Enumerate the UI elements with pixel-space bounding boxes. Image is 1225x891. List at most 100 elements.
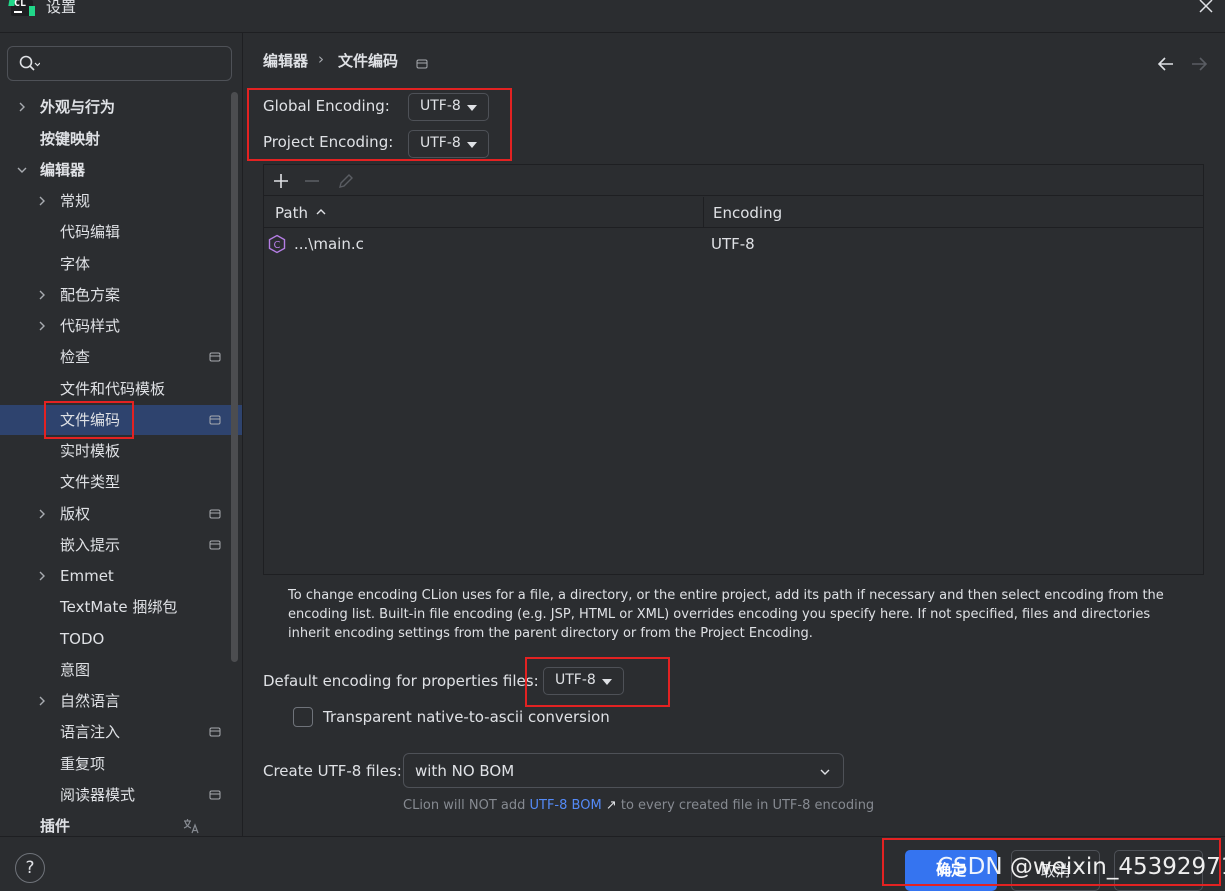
breadcrumb-parent[interactable]: 编辑器 [263, 50, 308, 71]
search-icon [18, 54, 41, 74]
sidebar-item-code-style[interactable]: 代码样式 [0, 311, 242, 341]
sidebar-item-general[interactable]: 常规 [0, 186, 242, 216]
properties-encoding-label: Default encoding for properties files: [263, 672, 539, 690]
sidebar-item-label: 版权 [60, 505, 91, 523]
sidebar-item-label: 实时模板 [60, 442, 121, 460]
forward-arrow-icon[interactable] [1189, 54, 1209, 74]
sidebar-item-color-scheme[interactable]: 配色方案 [0, 280, 242, 310]
sidebar-item-inspections[interactable]: 检查 [0, 342, 242, 372]
sidebar-item-label: 阅读器模式 [60, 786, 136, 804]
dropdown-arrow-icon [467, 142, 477, 148]
sidebar-item-label: 语言注入 [60, 723, 121, 741]
chevron-right-icon[interactable] [16, 101, 28, 113]
project-scope-icon [209, 727, 221, 737]
back-arrow-icon[interactable] [1156, 54, 1176, 74]
sidebar-item-code-editing[interactable]: 代码编辑 [0, 217, 242, 247]
sidebar-item-inlay-hints[interactable]: 嵌入提示 [0, 530, 242, 560]
project-scope-icon [416, 56, 428, 69]
sidebar-item-label: Emmet [60, 567, 114, 585]
bom-hint-text: CLion will NOT add [403, 798, 526, 813]
global-encoding-select[interactable]: UTF-8 [408, 93, 489, 121]
sidebar-item-duplicates[interactable]: 重复项 [0, 749, 242, 779]
sidebar-item-intentions[interactable]: 意图 [0, 655, 242, 685]
sidebar-item-label: TextMate 捆绑包 [60, 598, 178, 616]
native-to-ascii-label[interactable]: Transparent native-to-ascii conversion [323, 708, 610, 726]
sidebar-item-label: 嵌入提示 [60, 536, 121, 554]
sidebar-item-label: 配色方案 [60, 286, 121, 304]
chevron-right-icon[interactable] [36, 195, 48, 207]
global-encoding-label: Global Encoding: [263, 97, 390, 115]
svg-text:C: C [274, 240, 281, 251]
sidebar-item-keymap[interactable]: 按键映射 [0, 124, 242, 154]
add-icon[interactable] [272, 172, 290, 190]
sidebar-item-file-encodings[interactable]: 文件编码 [0, 405, 242, 435]
project-scope-icon [209, 540, 221, 550]
bom-select[interactable]: with NO BOM [403, 753, 844, 788]
sidebar-item-language-injections[interactable]: 语言注入 [0, 717, 242, 747]
encoding-help-text: To change encoding CLion uses for a file… [288, 588, 1164, 641]
project-scope-icon [209, 509, 221, 519]
sidebar-item-label: 代码样式 [60, 317, 121, 335]
sidebar-item-label: 文件编码 [60, 411, 121, 429]
sidebar-item-label: 字体 [60, 255, 91, 273]
project-scope-icon [209, 790, 221, 800]
chevron-right-icon[interactable] [36, 570, 48, 582]
chevron-right-icon[interactable] [36, 508, 48, 520]
sidebar-item-textmate-bundles[interactable]: TextMate 捆绑包 [0, 592, 242, 622]
table-row[interactable]: C ...\main.c UTF-8 [264, 229, 1203, 260]
sidebar-item-natural-languages[interactable]: 自然语言 [0, 686, 242, 716]
breadcrumb-separator: › [318, 50, 324, 68]
chevron-right-icon[interactable] [36, 289, 48, 301]
page-title: 文件编码 [338, 52, 399, 70]
sidebar-item-copyright[interactable]: 版权 [0, 499, 242, 529]
table-toolbar [264, 165, 1203, 196]
close-icon[interactable] [1195, 0, 1217, 17]
project-scope-icon [209, 352, 221, 362]
chevron-right-icon[interactable] [36, 320, 48, 332]
settings-search-input[interactable] [7, 46, 232, 81]
column-separator[interactable] [703, 197, 704, 228]
translate-icon [183, 819, 199, 834]
sidebar-item-emmet[interactable]: Emmet [0, 561, 242, 591]
sidebar-item-file-types[interactable]: 文件类型 [0, 467, 242, 497]
chevron-down-icon[interactable] [16, 164, 28, 176]
sidebar-item-reader-mode[interactable]: 阅读器模式 [0, 780, 242, 810]
remove-icon[interactable] [303, 172, 321, 190]
sidebar-item-font[interactable]: 字体 [0, 249, 242, 279]
panel-divider[interactable] [242, 33, 243, 836]
dropdown-arrow-icon [602, 679, 612, 685]
project-encoding-value: UTF-8 [420, 135, 461, 151]
project-encoding-select[interactable]: UTF-8 [408, 130, 489, 158]
bom-hint: CLion will NOT add UTF-8 BOM ↗ to every … [403, 798, 874, 813]
table-header: Path Encoding [264, 197, 1203, 228]
bom-select-value: with NO BOM [415, 762, 515, 780]
row-encoding[interactable]: UTF-8 [711, 235, 755, 253]
sidebar-item-appearance[interactable]: 外观与行为 [0, 92, 242, 122]
external-link-icon: ↗ [605, 798, 617, 813]
edit-icon[interactable] [337, 172, 355, 190]
sidebar-item-editor[interactable]: 编辑器 [0, 155, 242, 185]
sidebar-item-label: 文件类型 [60, 473, 121, 491]
sidebar-item-label: 编辑器 [40, 161, 86, 179]
bom-hint-text: to every created file in UTF-8 encoding [620, 798, 875, 813]
column-header-path[interactable]: Path [275, 204, 308, 222]
sidebar-item-file-templates[interactable]: 文件和代码模板 [0, 374, 242, 404]
native-to-ascii-checkbox[interactable] [293, 707, 313, 727]
chevron-right-icon[interactable] [36, 695, 48, 707]
column-header-encoding[interactable]: Encoding [713, 204, 782, 222]
help-button[interactable]: ? [15, 853, 45, 883]
sidebar-scrollbar[interactable] [231, 92, 238, 662]
project-scope-icon [209, 415, 221, 425]
sort-ascending-icon[interactable] [315, 206, 327, 218]
create-utf8-label: Create UTF-8 files: [263, 762, 402, 780]
row-path: ...\main.c [294, 235, 364, 253]
project-encoding-label: Project Encoding: [263, 133, 394, 151]
properties-encoding-select[interactable]: UTF-8 [543, 667, 624, 695]
sidebar-item-live-templates[interactable]: 实时模板 [0, 436, 242, 466]
sidebar-item-todo[interactable]: TODO [0, 624, 242, 654]
utf8-bom-link[interactable]: UTF-8 BOM [530, 798, 602, 813]
sidebar-item-label: 外观与行为 [40, 98, 116, 116]
title-bar [0, 0, 1225, 22]
sidebar-item-label: TODO [60, 630, 105, 648]
chevron-down-icon [820, 769, 830, 775]
